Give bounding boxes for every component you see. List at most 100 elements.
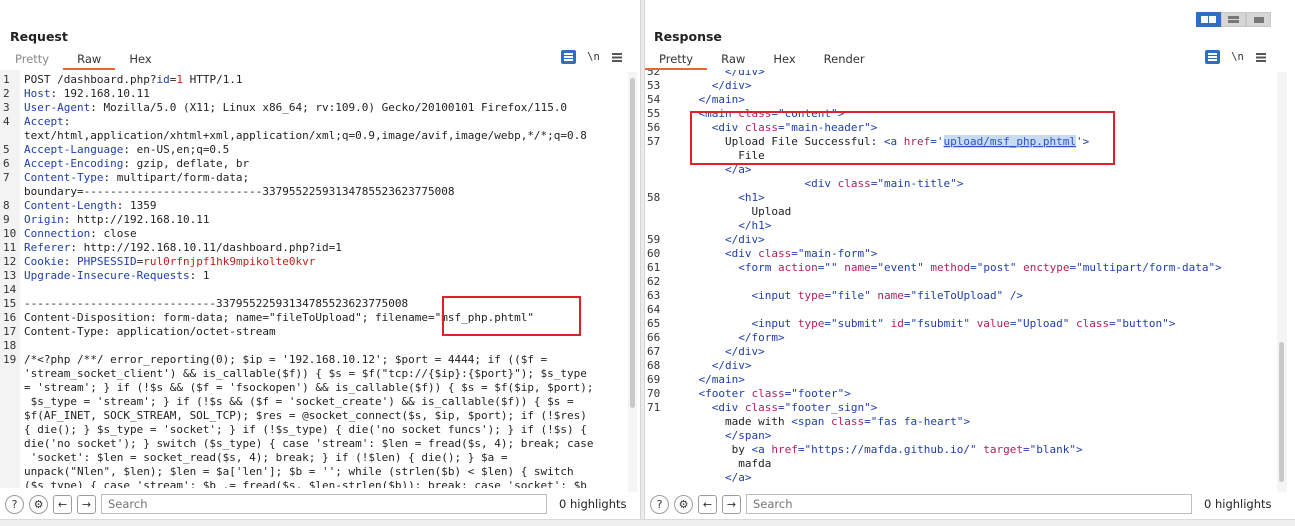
tab-pretty[interactable]: Pretty [1, 50, 63, 70]
code-token: POST /dashboard.php? [24, 73, 157, 86]
menu-icon[interactable] [1255, 52, 1267, 62]
line-number: 10 [3, 227, 17, 240]
code-token: PHPSESSID [77, 255, 137, 268]
code-token: die('no socket'); } switch ($s_type) { c… [24, 437, 594, 450]
response-editor-toolbar: \n [1205, 50, 1267, 64]
line-number: 61 [647, 261, 661, 274]
tab-hex[interactable]: Hex [759, 50, 809, 70]
highlights-count: 0 highlights [1204, 497, 1272, 511]
code-token: = [778, 401, 785, 414]
line-content: $f(AF_INET, SOCK_STREAM, SOL_TCP); $res … [24, 409, 587, 423]
line-number: 52 [647, 70, 661, 78]
line-content: Content-Type: application/octet-stream [24, 325, 276, 339]
code-token: HTTP/1.1 [182, 73, 243, 86]
code-token: </main> [698, 93, 745, 106]
code-token: 'socket': $len = socket_read($s, 4); bre… [24, 451, 508, 464]
code-token: "multipart/form-data" [1076, 261, 1216, 274]
code-token: Upload [672, 205, 792, 218]
line-number: 71 [647, 401, 661, 414]
code-token: class [744, 401, 778, 414]
settings-gear-icon[interactable]: ⚙ [674, 494, 693, 514]
request-editor[interactable]: 1 POST /dashboard.php?id=1 HTTP/1.1 2 Host:… [0, 70, 640, 488]
code-token: <h1> [738, 191, 765, 204]
line-content: </div> [672, 70, 765, 79]
request-scrollbar[interactable] [628, 72, 637, 492]
tab-raw[interactable]: Raw [707, 50, 759, 70]
code-token: type [797, 289, 825, 302]
forward-arrow-icon[interactable]: → [722, 494, 741, 514]
code-token: </div> [724, 233, 765, 246]
code-token: "button" [1115, 317, 1169, 330]
line-content: boundary=---------------------------3379… [24, 185, 454, 199]
help-icon[interactable]: ? [650, 494, 669, 514]
response-scrollbar[interactable] [1277, 72, 1287, 492]
line-content: text/html,application/xhtml+xml,applicat… [24, 129, 587, 143]
code-token: "post" [976, 261, 1017, 274]
show-newlines-button[interactable]: \n [1230, 51, 1245, 63]
code-token: name [844, 261, 871, 274]
code-token: </span> [724, 429, 772, 442]
menu-icon[interactable] [611, 52, 623, 62]
layout-side-by-side-icon[interactable] [1196, 12, 1221, 27]
code-token: class [830, 415, 865, 428]
help-icon[interactable]: ? [5, 494, 24, 514]
show-newlines-button[interactable]: \n [586, 51, 601, 63]
scrollbar-thumb[interactable] [630, 78, 635, 408]
code-token: <input [751, 289, 798, 302]
code-token: Origin [24, 213, 64, 226]
line-content: Cookie: PHPSESSID=rul0rfnjpf1hk9mpikolte… [24, 255, 315, 269]
line-number: 67 [647, 345, 661, 358]
code-token: : 1359 [116, 199, 157, 212]
line-content: </div> [672, 233, 765, 247]
layout-horizontal-icon[interactable] [1221, 12, 1246, 27]
code-token: Content-Length [24, 199, 117, 212]
tab-pretty[interactable]: Pretty [645, 50, 708, 70]
word-wrap-icon[interactable] [561, 50, 576, 64]
forward-arrow-icon[interactable]: → [77, 494, 96, 514]
line-content: 'stream_socket_client') && is_callable($… [24, 367, 587, 381]
line-content: unpack("Nlen", $len); $len = $a['len']; … [24, 465, 574, 479]
code-token: : 1 [189, 269, 210, 282]
code-token: Connection [24, 227, 91, 240]
code-token: = [864, 415, 871, 428]
code-token: "" [824, 261, 838, 274]
code-token: > [870, 247, 878, 260]
code-token: > [963, 415, 971, 428]
back-arrow-icon[interactable]: ← [53, 494, 72, 514]
line-content: </span> [672, 429, 771, 443]
code-token: = [824, 289, 831, 302]
word-wrap-icon[interactable] [1205, 50, 1220, 64]
search-input[interactable] [101, 494, 547, 514]
code-token: value [976, 317, 1010, 330]
code-token: : gzip, deflate, br [123, 157, 250, 170]
code-token: "footer" [791, 387, 845, 400]
settings-gear-icon[interactable]: ⚙ [29, 494, 48, 514]
tab-hex[interactable]: Hex [115, 50, 165, 70]
code-token: </main> [698, 373, 745, 386]
line-content: </div> [672, 359, 752, 373]
line-number: 64 [647, 303, 661, 316]
layout-single-icon[interactable] [1246, 12, 1271, 27]
tab-render[interactable]: Render [810, 50, 879, 70]
line-number: 55 [647, 107, 661, 120]
code-token: id [156, 73, 170, 86]
tab-raw[interactable]: Raw [63, 50, 116, 70]
code-token: <div [711, 401, 745, 414]
line-number: 68 [647, 359, 661, 372]
search-input[interactable] [746, 494, 1192, 514]
code-token: : Mozilla/5.0 (X11; Linux x86_64; rv:109… [90, 101, 568, 114]
line-content: { die(); } $s_type = 'socket'; } if (!$s… [24, 423, 587, 437]
code-token: : http://192.168.10.11/dashboard.php?id=… [70, 241, 342, 254]
scrollbar-thumb[interactable] [1279, 342, 1284, 482]
code-token: method [930, 261, 971, 274]
line-content: <input type="submit" id="fsubmit" value=… [672, 317, 1175, 331]
code-token: </div> [711, 79, 752, 92]
code-token: Host [24, 87, 51, 100]
line-content: Upgrade-Insecure-Requests: 1 [24, 269, 209, 283]
back-arrow-icon[interactable]: ← [698, 494, 717, 514]
